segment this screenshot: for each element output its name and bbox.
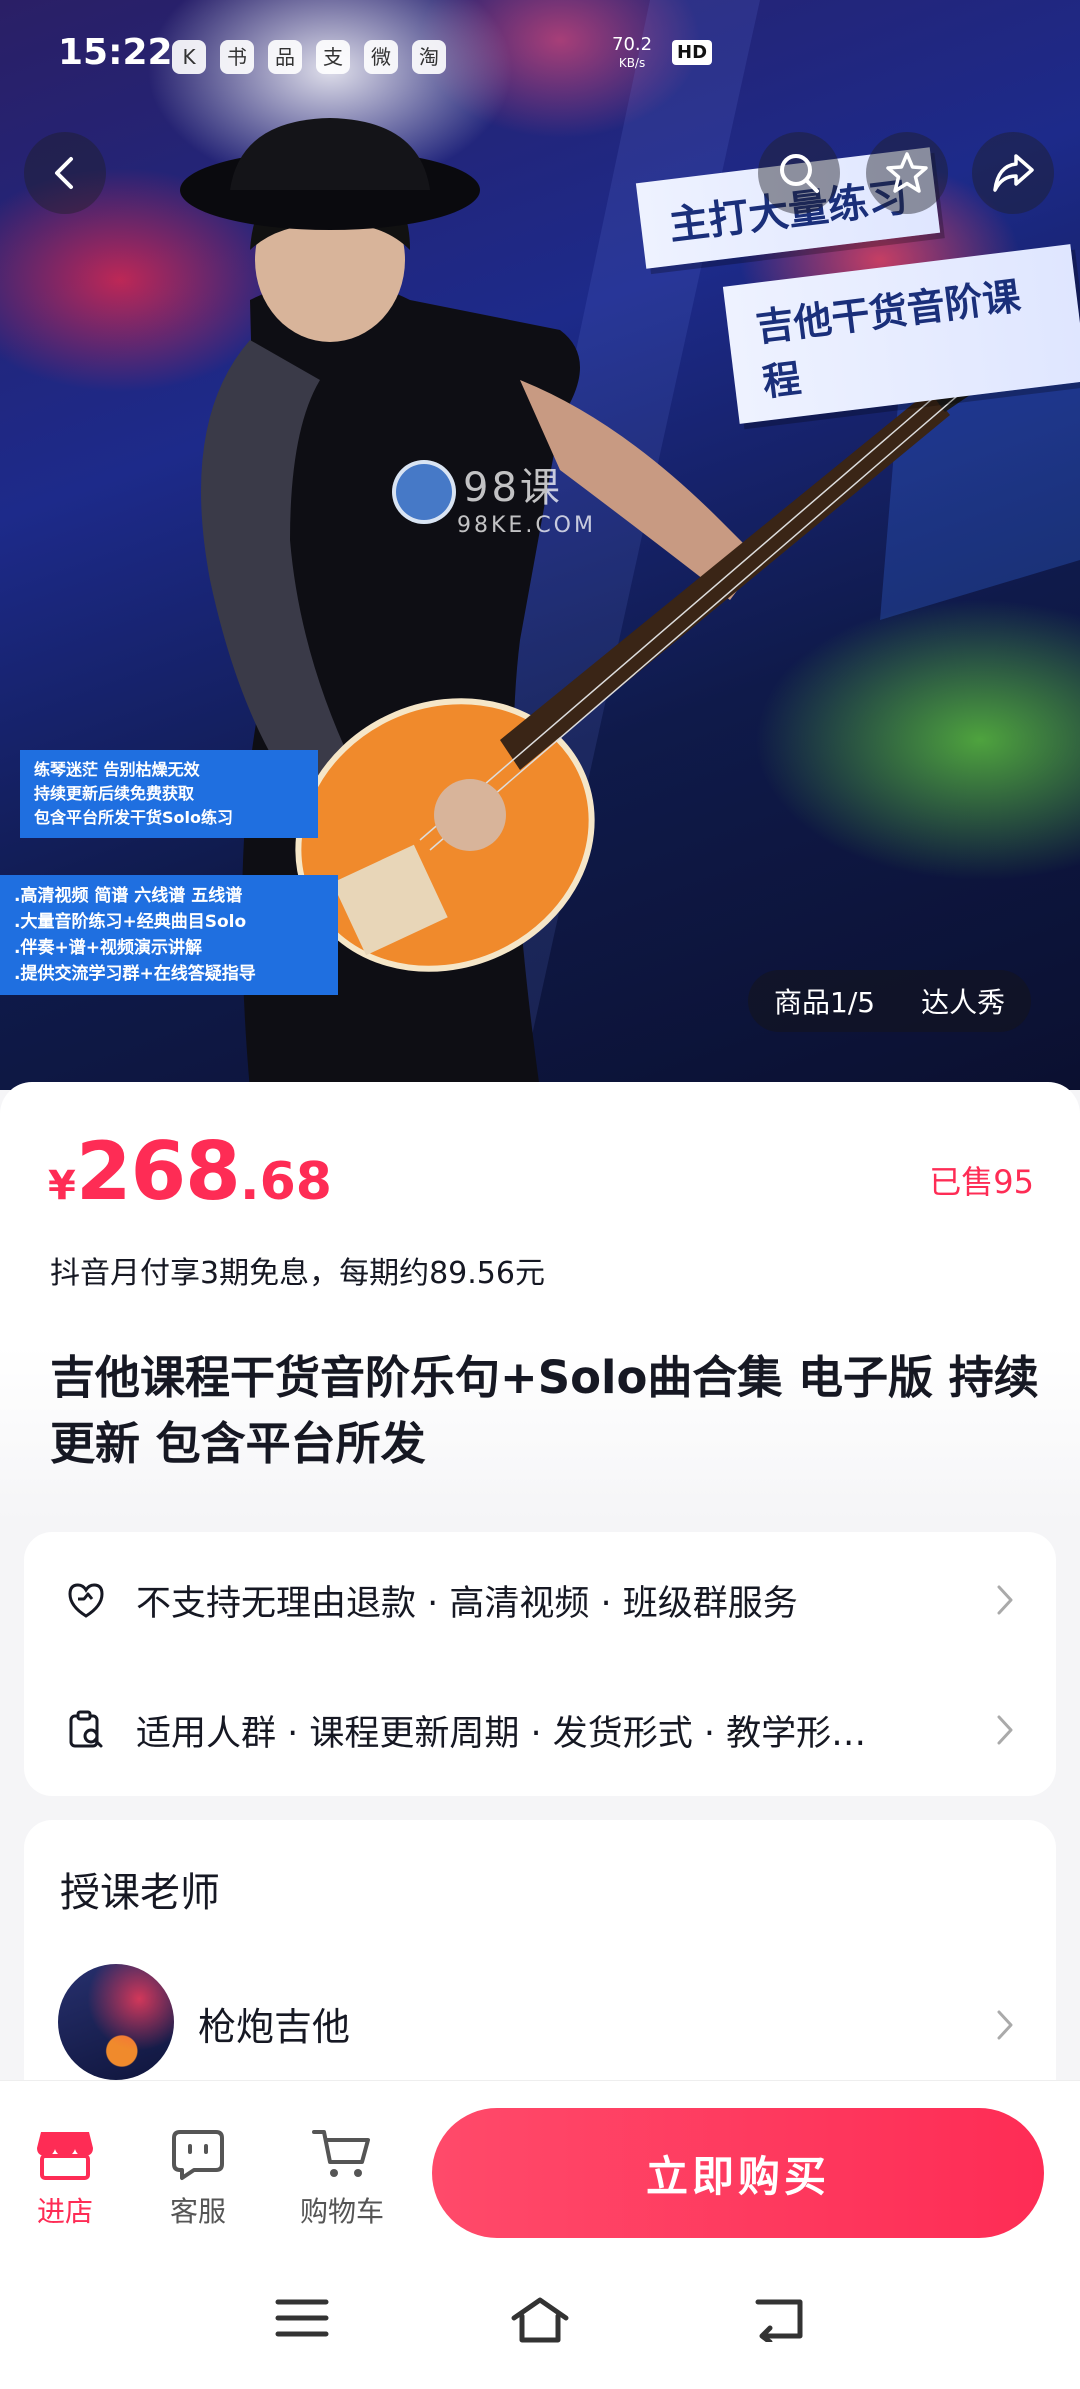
cart-label: 购物车 (299, 2195, 384, 2228)
influencer-tab[interactable]: 达人秀 (921, 981, 1005, 1021)
currency-symbol: ¥ (48, 1163, 76, 1209)
image-counter[interactable]: 商品1/5 (774, 981, 875, 1021)
network-speed: 70.2 KB/s (612, 36, 652, 72)
store-button[interactable]: 进店 (10, 2126, 120, 2230)
home-icon[interactable] (510, 2296, 570, 2344)
promo-box-1-line: 练琴迷茫 告别枯燥无效 (34, 760, 200, 779)
share-icon (993, 154, 1034, 192)
back-nav-icon[interactable] (754, 2296, 806, 2342)
menu-icon[interactable] (274, 2296, 330, 2340)
chevron-left-icon (55, 157, 73, 189)
chevron-right-icon[interactable] (994, 2006, 1016, 2044)
promo-box-2-line: .大量音阶练习+经典曲目Solo (14, 912, 247, 932)
customer-service-button[interactable]: 客服 (143, 2126, 253, 2230)
promo-box-2-line: .高清视频 简谱 六线谱 五线谱 (14, 886, 243, 906)
watermark-text: 98课 (463, 465, 563, 511)
cart-icon (312, 2130, 370, 2177)
teacher-avatar[interactable] (58, 1964, 174, 2080)
service-card: 不支持无理由退款 · 高清视频 · 班级群服务 适用人群 · 课程更新周期 · … (24, 1532, 1056, 1796)
price-integer: 268 (75, 1125, 241, 1218)
service-row-params[interactable]: 适用人群 · 课程更新周期 · 发货形式 · 教学形… (24, 1680, 1056, 1780)
teacher-card: 授课老师 枪炮吉他 (24, 1820, 1056, 2080)
promo-box-1-line: 包含平台所发干货Solo练习 (34, 808, 233, 827)
chevron-right-icon (997, 1585, 1013, 1615)
service-row-refund[interactable]: 不支持无理由退款 · 高清视频 · 班级群服务 (24, 1550, 1056, 1650)
notification-app-icon: 品 (268, 40, 302, 74)
promo-box-1: 练琴迷茫 告别枯燥无效 持续更新后续免费获取 包含平台所发干货Solo练习 (20, 750, 318, 838)
notification-app-icon: K (172, 40, 206, 74)
watermark-url: 98KE.COM (457, 513, 596, 538)
product-title: 吉他课程干货音阶乐句+Solo曲合集 电子版 持续更新 包含平台所发 (50, 1351, 1039, 1470)
image-tabs: 商品1/5 达人秀 (748, 970, 1032, 1032)
chat-icon (172, 2130, 224, 2180)
search-icon (780, 154, 819, 193)
favorite-button[interactable] (866, 132, 948, 214)
notification-app-icon: 淘 (412, 40, 446, 74)
teacher-name[interactable]: 枪炮吉他 (198, 1996, 350, 2051)
installment-info[interactable]: 抖音月付享3期免息，每期约89.56元 (50, 1248, 545, 1292)
store-icon (37, 2132, 93, 2180)
clipboard-search-icon (69, 1710, 103, 1748)
chevron-right-icon (997, 1715, 1013, 1745)
share-button[interactable] (972, 132, 1054, 214)
watermark: 98课 98KE.COM (395, 455, 596, 538)
status-time: 15:22 (58, 32, 173, 73)
heart-shield-icon (68, 1583, 104, 1618)
search-button[interactable] (758, 132, 840, 214)
status-bar: 15:22 K 书 品 支 微 淘 70.2 KB/s HD (0, 0, 1080, 110)
teacher-heading: 授课老师 (60, 1870, 220, 1916)
network-speed-unit: KB/s (618, 56, 646, 70)
service-row-params-text: 适用人群 · 课程更新周期 · 发货形式 · 教学形… (136, 1713, 867, 1754)
notification-app-icon: 微 (364, 40, 398, 74)
notification-app-icon: 书 (220, 40, 254, 74)
price: ¥ 268 .68 (48, 1125, 332, 1218)
promo-box-2: .高清视频 简谱 六线谱 五线谱 .大量音阶练习+经典曲目Solo .伴奏+谱+… (0, 875, 338, 995)
cart-button[interactable]: 购物车 (287, 2126, 397, 2230)
star-icon (886, 152, 928, 193)
promo-box-1-line: 持续更新后续免费获取 (34, 784, 195, 803)
hd-badge: HD (672, 40, 713, 65)
promo-box-2-line: .伴奏+谱+视频演示讲解 (14, 938, 202, 958)
promo-box-2-line: .提供交流学习群+在线答疑指导 (14, 964, 256, 984)
price-decimal: .68 (239, 1152, 332, 1212)
customer-service-label: 客服 (169, 2195, 226, 2228)
status-app-icons: K 书 品 支 微 淘 (172, 40, 446, 74)
service-row-refund-text: 不支持无理由退款 · 高清视频 · 班级群服务 (136, 1583, 798, 1624)
sold-count: 已售95 (929, 1163, 1034, 1201)
notification-app-icon: 支 (316, 40, 350, 74)
network-speed-value: 70.2 (612, 34, 653, 55)
back-button[interactable] (24, 132, 106, 214)
buy-now-button[interactable]: 立即购买 (432, 2108, 1044, 2238)
store-label: 进店 (36, 2195, 93, 2228)
